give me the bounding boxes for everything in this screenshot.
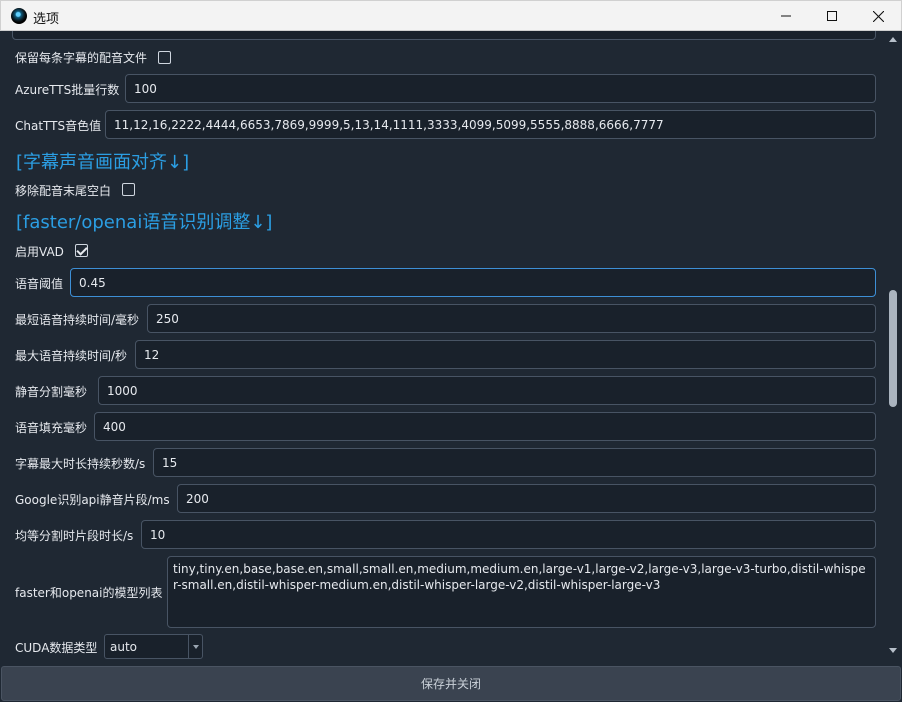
azure-batch-label: AzureTTS批量行数 — [15, 83, 120, 97]
keep-audio-label: 保留每条字幕的配音文件 — [15, 51, 148, 65]
scroll-up-icon[interactable] — [888, 34, 898, 44]
maximize-button[interactable] — [809, 1, 855, 31]
max-speech-label: 最大语音持续时间/秒 — [15, 349, 128, 363]
model-list-textarea[interactable]: tiny,tiny.en,base,base.en,small,small.en… — [167, 556, 876, 628]
title-bar: 选项 — [0, 0, 902, 31]
chevron-down-icon — [188, 635, 202, 658]
silence-split-label: 静音分割毫秒 — [15, 385, 88, 399]
vad-label: 启用VAD — [15, 245, 64, 259]
remove-silence-checkbox[interactable] — [122, 183, 135, 196]
threshold-input[interactable]: 0.45 — [70, 268, 876, 297]
section-asr-tuning: [faster/openai语音识别调整↓] — [16, 212, 273, 233]
minimize-button[interactable] — [763, 1, 809, 31]
silence-split-input[interactable]: 1000 — [98, 376, 876, 405]
close-icon — [872, 10, 884, 22]
max-speech-input[interactable]: 12 — [135, 340, 876, 369]
window-title: 选项 — [33, 12, 60, 27]
max-subtitle-input[interactable]: 15 — [153, 448, 876, 477]
app-icon — [11, 8, 27, 24]
vertical-scrollbar[interactable] — [886, 31, 900, 665]
options-panel: 保留每条字幕的配音文件 AzureTTS批量行数 100 ChatTTS音色值 … — [0, 31, 902, 665]
close-button[interactable] — [855, 1, 901, 31]
equal-split-input[interactable]: 10 — [141, 520, 876, 549]
min-speech-label: 最短语音持续时间/毫秒 — [15, 313, 140, 327]
chattts-input[interactable]: 11,12,16,2222,4444,6653,7869,9999,5,13,1… — [105, 110, 876, 139]
keep-audio-checkbox[interactable] — [158, 51, 171, 64]
scrollbar-thumb[interactable] — [889, 290, 897, 407]
azure-batch-input[interactable]: 100 — [125, 74, 876, 103]
cuda-type-value: auto — [110, 639, 138, 654]
save-and-close-button[interactable]: 保存并关闭 — [1, 666, 901, 701]
scroll-down-icon[interactable] — [888, 645, 898, 655]
remove-silence-label: 移除配音末尾空白 — [15, 184, 112, 198]
google-silence-input[interactable]: 200 — [177, 484, 876, 513]
section-subtitle-align: [字幕声音画面对齐↓] — [16, 152, 190, 173]
cuda-type-label: CUDA数据类型 — [15, 641, 98, 655]
vad-checkbox[interactable] — [75, 244, 88, 257]
max-subtitle-label: 字幕最大时长持续秒数/s — [15, 457, 146, 471]
model-list-label: faster和openai的模型列表 — [15, 586, 163, 600]
speech-pad-label: 语音填充毫秒 — [15, 421, 88, 435]
maximize-icon — [827, 11, 837, 21]
partial-field[interactable] — [12, 31, 876, 40]
min-speech-input[interactable]: 250 — [147, 304, 876, 333]
chattts-label: ChatTTS音色值 — [15, 119, 102, 133]
cuda-type-select[interactable]: auto — [104, 634, 203, 659]
google-silence-label: Google识别api静音片段/ms — [15, 493, 170, 507]
speech-pad-input[interactable]: 400 — [94, 412, 876, 441]
footer: 保存并关闭 — [0, 665, 902, 702]
threshold-label: 语音阈值 — [15, 277, 64, 291]
equal-split-label: 均等分割时片段时长/s — [15, 529, 134, 543]
minimize-icon — [781, 15, 791, 17]
